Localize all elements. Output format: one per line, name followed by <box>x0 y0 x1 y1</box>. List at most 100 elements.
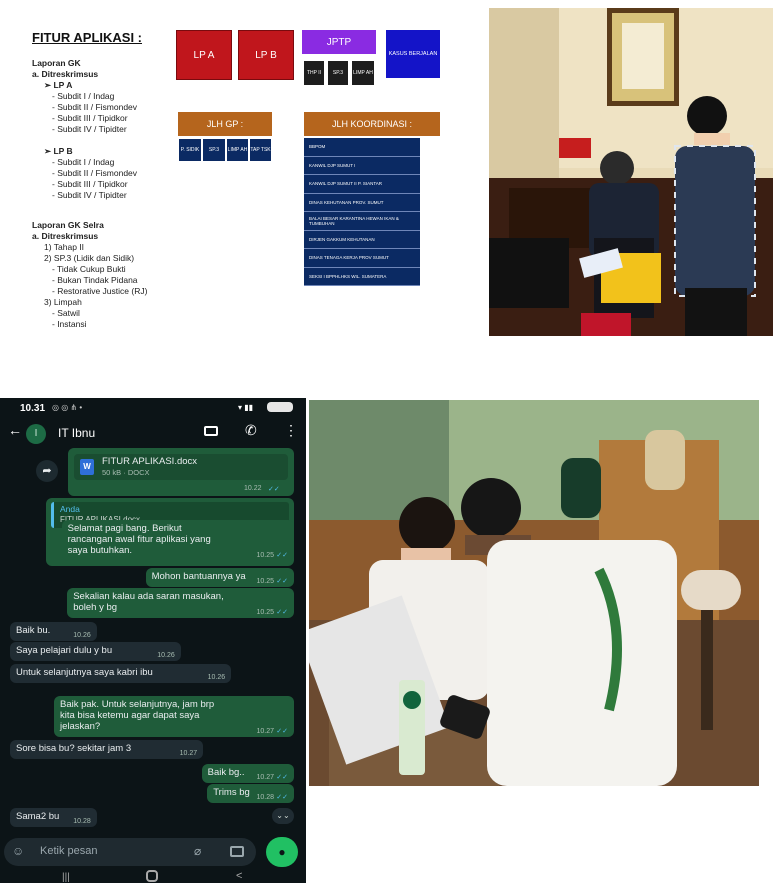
slide-line: - Subdit IV / Tipidter <box>52 190 127 200</box>
message-text: Saya pelajari dulu y bu <box>16 645 113 656</box>
more-options-icon[interactable]: ⋮ <box>284 422 298 439</box>
outgoing-message[interactable]: Sekalian kalau ada saran masukan, boleh … <box>67 588 294 618</box>
battery-icon <box>267 402 293 412</box>
nav-recents-icon[interactable]: ||| <box>62 872 70 883</box>
read-ticks-icon: ✓✓ <box>268 486 280 493</box>
koordinasi-item: KANWIL DJP SUMUT II P. SIANTAR <box>304 175 420 194</box>
jlh-koordinasi-box: JLH KOORDINASI : <box>304 112 440 136</box>
koordinasi-item: SEKSI I BPPHLHKS WIL. SUMATERA <box>304 267 420 286</box>
slide-line: a. Ditreskrimsus <box>32 69 99 79</box>
slide-line: ➢ LP A <box>44 80 73 90</box>
jptp-box: JPTP <box>302 30 376 54</box>
koordinasi-item: KANWIL DJP SUMUT I <box>304 156 420 175</box>
notification-icons: ◎ ◎ ⋔ • <box>52 403 83 412</box>
word-file-icon: W <box>80 459 94 475</box>
outgoing-message[interactable]: Baik pak. Untuk selanjutnya, jam brp kit… <box>54 696 294 737</box>
message-time: 10.28 <box>256 794 274 801</box>
status-time: 10.31 <box>20 403 46 414</box>
message-text: Baik pak. Untuk selanjutnya, jam brp kit… <box>60 699 215 732</box>
slide-line: - Subdit III / Tipidkor <box>52 179 128 189</box>
slide-line: - Instansi <box>52 319 87 329</box>
slide-line: - Subdit II / Fismondev <box>52 168 138 178</box>
office-photo <box>489 8 773 336</box>
document-message[interactable]: W FITUR APLIKASI.docx 50 kB · DOCX 10.22… <box>68 448 294 496</box>
slide-line: - Subdit II / Fismondev <box>52 102 138 112</box>
video-call-icon[interactable] <box>204 426 218 436</box>
slide-line: - Bukan Tindak Pidana <box>52 275 138 285</box>
incoming-message[interactable]: Untuk selanjutnya saya kabri ibu 10.26 <box>10 664 232 683</box>
slide-line: Laporan GK Selra <box>32 220 104 230</box>
lp-b-box: LP B <box>238 30 294 80</box>
quoted-author: Anda <box>60 504 80 514</box>
jlh-gp-box: JLH GP : <box>178 112 272 136</box>
message-time: 10.22 <box>244 485 262 492</box>
document-card[interactable]: W FITUR APLIKASI.docx 50 kB · DOCX <box>74 454 288 480</box>
attach-icon[interactable]: ⌀ <box>194 844 201 858</box>
mic-button[interactable]: ● <box>266 837 298 867</box>
incoming-message[interactable]: Sore bisa bu? sekitar jam 3 10.27 <box>10 740 204 759</box>
jlh-gp-sub-4: TAP TSK <box>249 138 272 162</box>
koordinasi-item: DIRJEN GAKKUM KEHUTANAN <box>304 230 420 249</box>
slide-line: 1) Tahap II <box>44 242 85 252</box>
outgoing-message[interactable]: Selamat pagi bang. Berikut rancangan awa… <box>61 520 294 561</box>
emoji-icon[interactable]: ☺ <box>12 844 24 858</box>
slide-line: - Subdit I / Indag <box>52 157 115 167</box>
read-ticks-icon: ✓✓ <box>276 774 288 781</box>
read-ticks-icon: ✓✓ <box>276 728 288 735</box>
read-ticks-icon: ✓✓ <box>276 794 288 801</box>
message-time: 10.27 <box>179 750 198 757</box>
jlh-gp-sub-1: P. SIDIK <box>178 138 202 162</box>
outgoing-message[interactable]: Baik bg.. 10.27 ✓✓ <box>201 764 294 783</box>
scroll-down-icon[interactable]: ⌄⌄ <box>272 808 294 824</box>
kasus-berjalan-box: KASUS BERJALAN <box>386 30 440 78</box>
slide-line: a. Ditreskrimsus <box>32 231 99 241</box>
incoming-message[interactable]: Baik bu. 10.26 <box>10 622 97 641</box>
slide-line: ➢ LP B <box>44 146 73 156</box>
slide-line: - Subdit IV / Tipidter <box>52 124 127 134</box>
presentation-slide: FITUR APLIKASI : Laporan GK a. Ditreskrim… <box>14 14 476 366</box>
message-text: Selamat pagi bang. Berikut rancangan awa… <box>67 523 211 556</box>
incoming-message[interactable]: Sama2 bu 10.28 <box>10 808 97 827</box>
nav-back-icon[interactable]: < <box>236 870 242 882</box>
chat-header: ← I IT Ibnu ✆ ⋮ <box>0 418 306 448</box>
document-meta: 50 kB · DOCX <box>102 468 150 477</box>
status-bar: 10.31 ◎ ◎ ⋔ • ▾ ▮▮ <box>0 398 306 416</box>
slide-line: - Tidak Cukup Bukti <box>52 264 126 274</box>
phone-call-icon[interactable]: ✆ <box>245 422 257 439</box>
forward-icon[interactable]: ➦ <box>36 460 58 482</box>
back-arrow-icon[interactable]: ← <box>8 422 22 438</box>
slide-line: - Restorative Justice (RJ) <box>52 286 148 296</box>
avatar[interactable]: I <box>26 424 46 444</box>
koordinasi-item: BBPOM <box>304 138 420 157</box>
jptp-sub-1: THP II <box>304 61 324 85</box>
message-time: 10.28 <box>73 818 91 825</box>
slide-line: - Subdit III / Tipidkor <box>52 113 128 123</box>
slide-line: 2) SP.3 (Lidik dan Sidik) <box>44 253 135 263</box>
jptp-sub-2: SP.3 <box>328 61 348 85</box>
koordinasi-item: BALAI BESAR KARANTINA HEWAN IKAN & TUMBU… <box>304 212 420 231</box>
contact-name[interactable]: IT Ibnu <box>58 426 95 440</box>
slide-line: - Subdit I / Indag <box>52 91 115 101</box>
jptp-sub-3: LIMP AH <box>352 61 374 85</box>
outgoing-message[interactable]: Mohon bantuannya ya 10.25 ✓✓ <box>145 568 294 587</box>
message-text: Sore bisa bu? sekitar jam 3 <box>16 743 132 754</box>
message-input-bar[interactable]: ☺ Ketik pesan ⌀ <box>4 838 256 866</box>
jlh-gp-sub-3: LIMP AH <box>226 138 249 162</box>
message-time: 10.26 <box>73 632 91 639</box>
camera-icon[interactable] <box>230 846 244 857</box>
signal-icon: ▾ ▮▮ <box>238 403 254 412</box>
koordinasi-item: DINAS TENAGA KERJA PROV SUMUT <box>304 249 420 268</box>
message-time: 10.25 <box>256 578 274 585</box>
incoming-message[interactable]: Saya pelajari dulu y bu 10.26 <box>10 642 181 661</box>
message-text: Untuk selanjutnya saya kabri ibu <box>16 667 153 678</box>
slide-line: 3) Limpah <box>44 297 82 307</box>
message-time: 10.27 <box>256 728 274 735</box>
cafe-photo <box>309 400 759 786</box>
jlh-gp-sub-2: SP.3 <box>202 138 226 162</box>
lp-a-box: LP A <box>176 30 232 80</box>
outgoing-message[interactable]: Trims bg 10.28 ✓✓ <box>207 784 294 803</box>
message-time: 10.26 <box>207 674 226 681</box>
message-input[interactable]: Ketik pesan <box>40 845 97 857</box>
nav-home-icon[interactable] <box>146 870 158 882</box>
slide-line: - Satwil <box>52 308 80 318</box>
